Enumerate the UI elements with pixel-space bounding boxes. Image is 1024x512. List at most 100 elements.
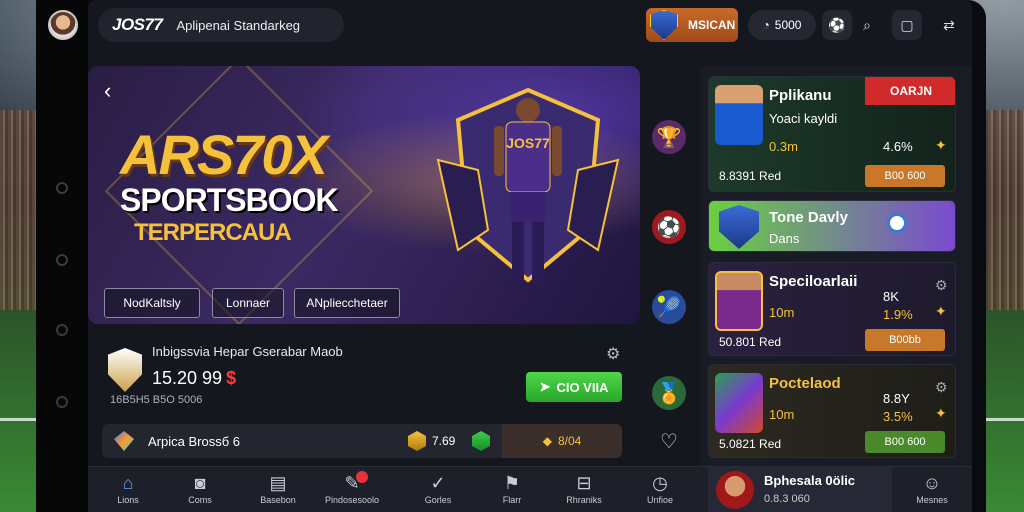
card-pct: 4.6% [883,139,913,154]
hero-tagline: TERPERCAUA [134,219,292,246]
shield-icon [650,10,678,40]
nav-item-home[interactable]: ⌂ Lions [88,473,168,505]
card-stat: 50.801 Red [719,335,782,349]
gear-icon[interactable]: ⚙ [606,344,620,364]
bet-strip[interactable]: Arpica Brossб 6 7.69 ◆ 8/04 [102,424,622,458]
card-line: Yoaci kayldi [769,111,838,126]
tablet-bezel [36,0,88,512]
brand-logo: JOS77 [112,15,163,34]
go-button-label: CIO VIIA [556,379,609,395]
nav-item-gorles[interactable]: ✓ Gorles [398,473,478,505]
player-leg [512,222,524,282]
timer-icon: ◷ [652,473,668,493]
nav-item-mesnes[interactable]: ☺ Mesnes [892,473,972,505]
camera-icon: ◙ [194,473,206,493]
bet-strip-box[interactable]: ◆ 8/04 [502,424,622,458]
avatar [716,471,754,509]
promo-card[interactable]: Poctelaod ⚙ 10m 8.8Y 3.5% ✦ 5.0821 Red B… [708,364,956,458]
card-badge[interactable]: OARJN [865,77,955,105]
match-odds: 15.20 99 $ [152,368,236,389]
bezel-button [56,254,68,266]
coin-icon [887,213,907,233]
share-icon[interactable]: ⇄ [934,10,964,40]
home-icon: ⌂ [122,473,134,493]
jersey-text: JOS77 [506,135,550,151]
player-avatar [715,373,763,433]
tablet-icon[interactable]: ▢ [892,10,922,40]
search-icon[interactable]: ⌕ [852,10,882,40]
match-odds-currency: $ [226,368,237,388]
card-line-2: 8K [883,289,899,304]
nav-item-pindosesoolo[interactable]: ✎ Pindosesoolo [312,471,392,505]
card-line: 10m [769,407,795,422]
gem-icon [114,431,134,451]
balance-icon: ◔ [762,18,770,32]
hero-banner[interactable]: ‹ ARS70X SPORTSBOOK TERPERCAUA JOS77 Nod… [88,66,640,324]
promo-card[interactable]: Pplikanu OARJN Yoaci kayldi 0.3m 4.6% ✦ … [708,76,956,192]
gear-icon[interactable]: ⚙ [935,379,948,396]
brand-subtitle: Aplipenai Standarkeg [176,17,301,33]
app-screen: JOS77 Aplipenai Standarkeg MSICAN ◔ 5000… [88,0,972,512]
hero-button[interactable]: Lonnaer [212,288,284,318]
card-title: Poctelaod [769,375,841,392]
promo-card[interactable]: Speciloarlaii ⚙ 10m 8K 1.9% ✦ 50.801 Red… [708,262,956,356]
nav-label: Gorles [424,495,452,505]
nav-label: Rhraniks [566,495,602,505]
flag-icon: ⚑ [503,473,521,493]
profile-avatar[interactable] [48,10,78,40]
player-leg [532,222,544,282]
chip-icon [408,431,426,451]
card-amount[interactable]: B00 600 [865,431,945,453]
nav-label: Coms [188,495,212,505]
cart-icon: ⊟ [576,473,592,493]
chip-icon [472,431,490,451]
card-line-2: 0.3m [769,139,798,154]
card-line: 10m [769,305,795,320]
notification-dot [356,471,368,483]
brand-pill[interactable]: JOS77 Aplipenai Standarkeg [98,8,344,42]
nav-item-unfioe[interactable]: ◷ Unfioe [620,473,700,505]
balance-pill[interactable]: ◔ 5000 [748,10,816,40]
nav-item-flarr[interactable]: ⚑ Flarr [472,473,552,505]
player-head [516,98,540,122]
nav-item-rhraniks[interactable]: ⊟ Rhraniks [544,473,624,505]
hero-button[interactable]: ANpliecchetaer [294,288,400,318]
nav-item-coms[interactable]: ◙ Coms [160,473,240,505]
bezel-button [56,396,68,408]
nav-label: Basebon [260,495,296,505]
gear-icon[interactable]: ⚙ [935,277,948,294]
bezel-button [56,324,68,336]
bet-strip-value: 7.69 [432,434,456,448]
edit-icon: ✎ [344,473,360,493]
tennis-icon[interactable]: 🎾 [652,290,686,324]
nav-item-basebon[interactable]: ▤ Basebon [238,473,318,505]
ball-icon[interactable]: ⚽ [822,10,852,40]
heart-icon[interactable]: ♡ [652,424,686,458]
trophy-icon[interactable]: 🏆 [652,120,686,154]
ball-icon[interactable]: ⚽ [652,210,686,244]
user-icon: ☺ [922,473,942,493]
star-icon: ✦ [935,303,947,319]
nav-label: Lions [117,495,139,505]
top-bar: JOS77 Aplipenai Standarkeg MSICAN ◔ 5000… [88,0,972,52]
match-meta: 16B5H5 B5O 5006 [110,394,203,406]
go-button[interactable]: ➤ CIO VIIA [526,372,622,402]
nav-user-card[interactable]: Bphesala 0ölic 0.8.3 060 [708,467,892,512]
promo-card[interactable]: Tone Davly Dans [708,200,956,252]
hero-player-illustration: JOS77 [436,87,620,283]
player-arm [552,126,562,176]
promo-column: Pplikanu OARJN Yoaci kayldi 0.3m 4.6% ✦ … [700,66,972,466]
match-card[interactable]: Inbigssvia Hepar Gserabar Maob 15.20 99 $… [88,332,640,416]
player-shorts [510,192,546,222]
card-title: Speciloarlaii [769,273,858,290]
hero-button[interactable]: NodKaltsly [104,288,200,318]
bezel-button [56,182,68,194]
back-icon[interactable]: ‹ [104,78,111,104]
card-amount[interactable]: B00 600 [865,165,945,187]
hero-title: ARS70X [120,123,328,186]
card-amount[interactable]: B00bb [865,329,945,351]
vip-badge[interactable]: MSICAN [646,8,738,42]
nav-user-sub: 0.8.3 060 [764,493,810,505]
badge-icon[interactable]: 🏅 [652,376,686,410]
nav-label: Pindosesoolo [324,495,380,505]
